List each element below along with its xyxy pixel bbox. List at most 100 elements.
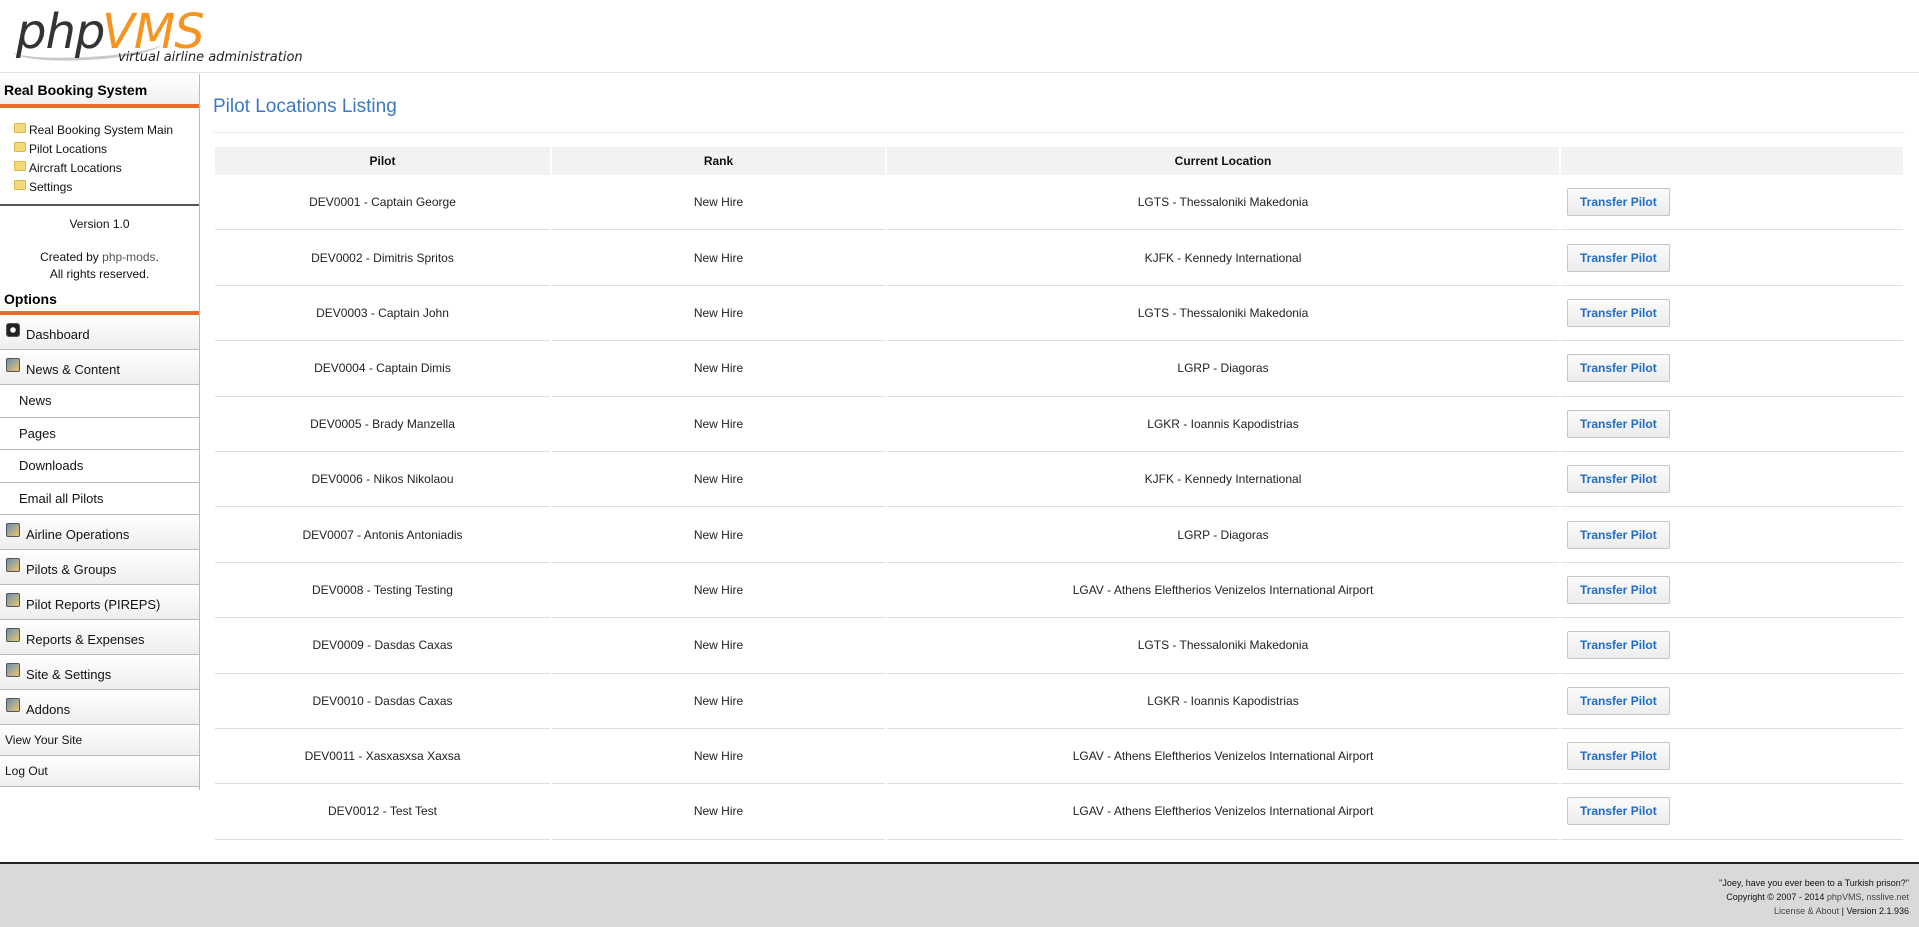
dashboard-icon	[6, 323, 20, 337]
module-link-main[interactable]: Real Booking System Main	[14, 120, 199, 139]
logo-tagline: virtual airline administration	[118, 50, 303, 65]
phpvms-link[interactable]: phpVMS	[1827, 892, 1862, 902]
submenu-email-pilots[interactable]: Email all Pilots	[0, 482, 199, 515]
table-row: DEV0005 - Brady Manzella New Hire LGKR - I…	[215, 397, 1903, 452]
module-version: Version 1.0	[69, 217, 130, 231]
menu-news-content[interactable]: News & Content	[0, 350, 199, 385]
menu-label: Addons	[26, 701, 71, 717]
folder-icon	[14, 141, 26, 152]
cell-rank: New Hire	[552, 452, 885, 508]
page-title: Pilot Locations Listing	[213, 74, 1905, 133]
column-header-rank: Rank	[552, 147, 885, 175]
cell-action: Transfer Pilot	[1561, 175, 1903, 231]
cell-rank: New Hire	[552, 674, 885, 729]
folder-icon	[14, 160, 26, 171]
cell-location: KJFK - Kennedy International	[887, 452, 1559, 508]
transfer-pilot-button[interactable]: Transfer Pilot	[1567, 409, 1670, 438]
cell-location: LGTS - Thessaloniki Makedonia	[887, 618, 1559, 674]
transfer-pilot-button[interactable]: Transfer Pilot	[1567, 354, 1670, 383]
module-link-label: Pilot Locations	[29, 141, 108, 156]
cell-rank: New Hire	[552, 563, 885, 619]
cell-action: Transfer Pilot	[1561, 397, 1903, 452]
cell-rank: New Hire	[552, 286, 885, 342]
cell-pilot: DEV0005 - Brady Manzella	[215, 397, 550, 452]
footer-version: | Version 2.1.936	[1839, 906, 1909, 916]
menu-airline-operations[interactable]: Airline Operations	[0, 515, 199, 550]
menu-label: Pilots & Groups	[26, 561, 117, 577]
table-row: DEV0009 - Dasdas Caxas New Hire LGTS - The…	[215, 618, 1903, 674]
cell-pilot: DEV0007 - Antonis Antoniadis	[215, 507, 550, 563]
cell-action: Transfer Pilot	[1561, 674, 1903, 729]
menu-view-site[interactable]: View Your Site	[0, 725, 199, 756]
header: php VMS virtual airline administration	[0, 0, 1919, 73]
cell-action: Transfer Pilot	[1561, 286, 1903, 342]
footer-text: "Joey, have you ever been to a Turkish p…	[1719, 876, 1909, 918]
table-body: DEV0001 - Captain George New Hire LGTS - T…	[215, 175, 1903, 840]
cell-pilot: DEV0008 - Testing Testing	[215, 563, 550, 619]
module-link-settings[interactable]: Settings	[14, 177, 199, 196]
transfer-pilot-button[interactable]: Transfer Pilot	[1567, 188, 1670, 217]
column-header-action	[1561, 147, 1903, 175]
menu-site-settings[interactable]: Site & Settings	[0, 655, 199, 690]
cell-pilot: DEV0010 - Dasdas Caxas	[215, 674, 550, 729]
module-link-label: Settings	[29, 179, 73, 194]
module-info: Version 1.0 Created by php-mods. All rig…	[0, 204, 199, 289]
module-link-label: Real Booking System Main	[29, 122, 174, 137]
menu-pireps[interactable]: Pilot Reports (PIREPS)	[0, 585, 199, 620]
module-links: Real Booking System Main Pilot Locations…	[0, 108, 199, 202]
transfer-pilot-button[interactable]: Transfer Pilot	[1567, 465, 1670, 494]
submenu-downloads[interactable]: Downloads	[0, 450, 199, 483]
cell-location: LGAV - Athens Eleftherios Venizelos Inte…	[887, 729, 1559, 785]
module-link-aircraft-locations[interactable]: Aircraft Locations	[14, 158, 199, 177]
table-row: DEV0006 - Nikos Nikolaou New Hire KJFK - K…	[215, 452, 1903, 508]
table-row: DEV0012 - Test Test New Hire LGAV - Athens…	[215, 784, 1903, 840]
transfer-pilot-button[interactable]: Transfer Pilot	[1567, 575, 1670, 604]
cell-action: Transfer Pilot	[1561, 729, 1903, 785]
transfer-pilot-button[interactable]: Transfer Pilot	[1567, 797, 1670, 826]
cell-rank: New Hire	[552, 618, 885, 674]
cell-location: LGRP - Diagoras	[887, 507, 1559, 563]
transfer-pilot-button[interactable]: Transfer Pilot	[1567, 686, 1670, 715]
module-heading: Real Booking System	[0, 74, 199, 108]
transfer-pilot-button[interactable]: Transfer Pilot	[1567, 298, 1670, 327]
submenu-news[interactable]: News	[0, 385, 199, 418]
cell-action: Transfer Pilot	[1561, 507, 1903, 563]
pilot-locations-table: Pilot Rank Current Location DEV0001 - Ca…	[213, 147, 1905, 840]
cell-location: LGAV - Athens Eleftherios Venizelos Inte…	[887, 563, 1559, 619]
menu-pilots-groups[interactable]: Pilots & Groups	[0, 550, 199, 585]
transfer-pilot-button[interactable]: Transfer Pilot	[1567, 631, 1670, 660]
transfer-pilot-button[interactable]: Transfer Pilot	[1567, 243, 1670, 272]
copyright-prefix: Copyright © 2007 - 2014	[1726, 892, 1827, 902]
created-prefix: Created by	[40, 250, 103, 264]
menu-reports-expenses[interactable]: Reports & Expenses	[0, 620, 199, 655]
cell-location: LGKR - Ioannis Kapodistrias	[887, 674, 1559, 729]
cell-rank: New Hire	[552, 507, 885, 563]
cell-pilot: DEV0002 - Dimitris Spritos	[215, 230, 550, 286]
menu-addons[interactable]: Addons	[0, 690, 199, 725]
cell-action: Transfer Pilot	[1561, 341, 1903, 397]
cell-pilot: DEV0001 - Captain George	[215, 175, 550, 231]
expenses-icon	[6, 628, 20, 642]
module-link-pilot-locations[interactable]: Pilot Locations	[14, 139, 199, 158]
settings-icon	[6, 663, 20, 677]
menu-dashboard[interactable]: Dashboard	[0, 315, 199, 350]
menu-log-out[interactable]: Log Out	[0, 756, 199, 787]
module-credits: Created by php-mods.	[0, 249, 199, 266]
table-row: DEV0010 - Dasdas Caxas New Hire LGKR - Ioa…	[215, 674, 1903, 729]
cell-rank: New Hire	[552, 175, 885, 231]
submenu-pages[interactable]: Pages	[0, 417, 199, 450]
cell-rank: New Hire	[552, 729, 885, 785]
cell-location: KJFK - Kennedy International	[887, 230, 1559, 286]
table-row: DEV0008 - Testing Testing New Hire LGAV - …	[215, 563, 1903, 619]
folder-icon	[14, 122, 26, 133]
transfer-pilot-button[interactable]: Transfer Pilot	[1567, 520, 1670, 549]
license-link[interactable]: License & About	[1774, 906, 1839, 916]
author-link[interactable]: php-mods	[102, 250, 155, 264]
logo-php-text: php	[16, 4, 105, 60]
phpvms-logo[interactable]: php VMS virtual airline administration	[11, 4, 303, 68]
footer-copyright: Copyright © 2007 - 2014 phpVMS, nsslive.…	[1719, 890, 1909, 904]
cell-action: Transfer Pilot	[1561, 563, 1903, 619]
pilots-icon	[6, 558, 20, 572]
transfer-pilot-button[interactable]: Transfer Pilot	[1567, 742, 1670, 771]
nsslive-link[interactable]: nsslive.net	[1866, 892, 1909, 902]
